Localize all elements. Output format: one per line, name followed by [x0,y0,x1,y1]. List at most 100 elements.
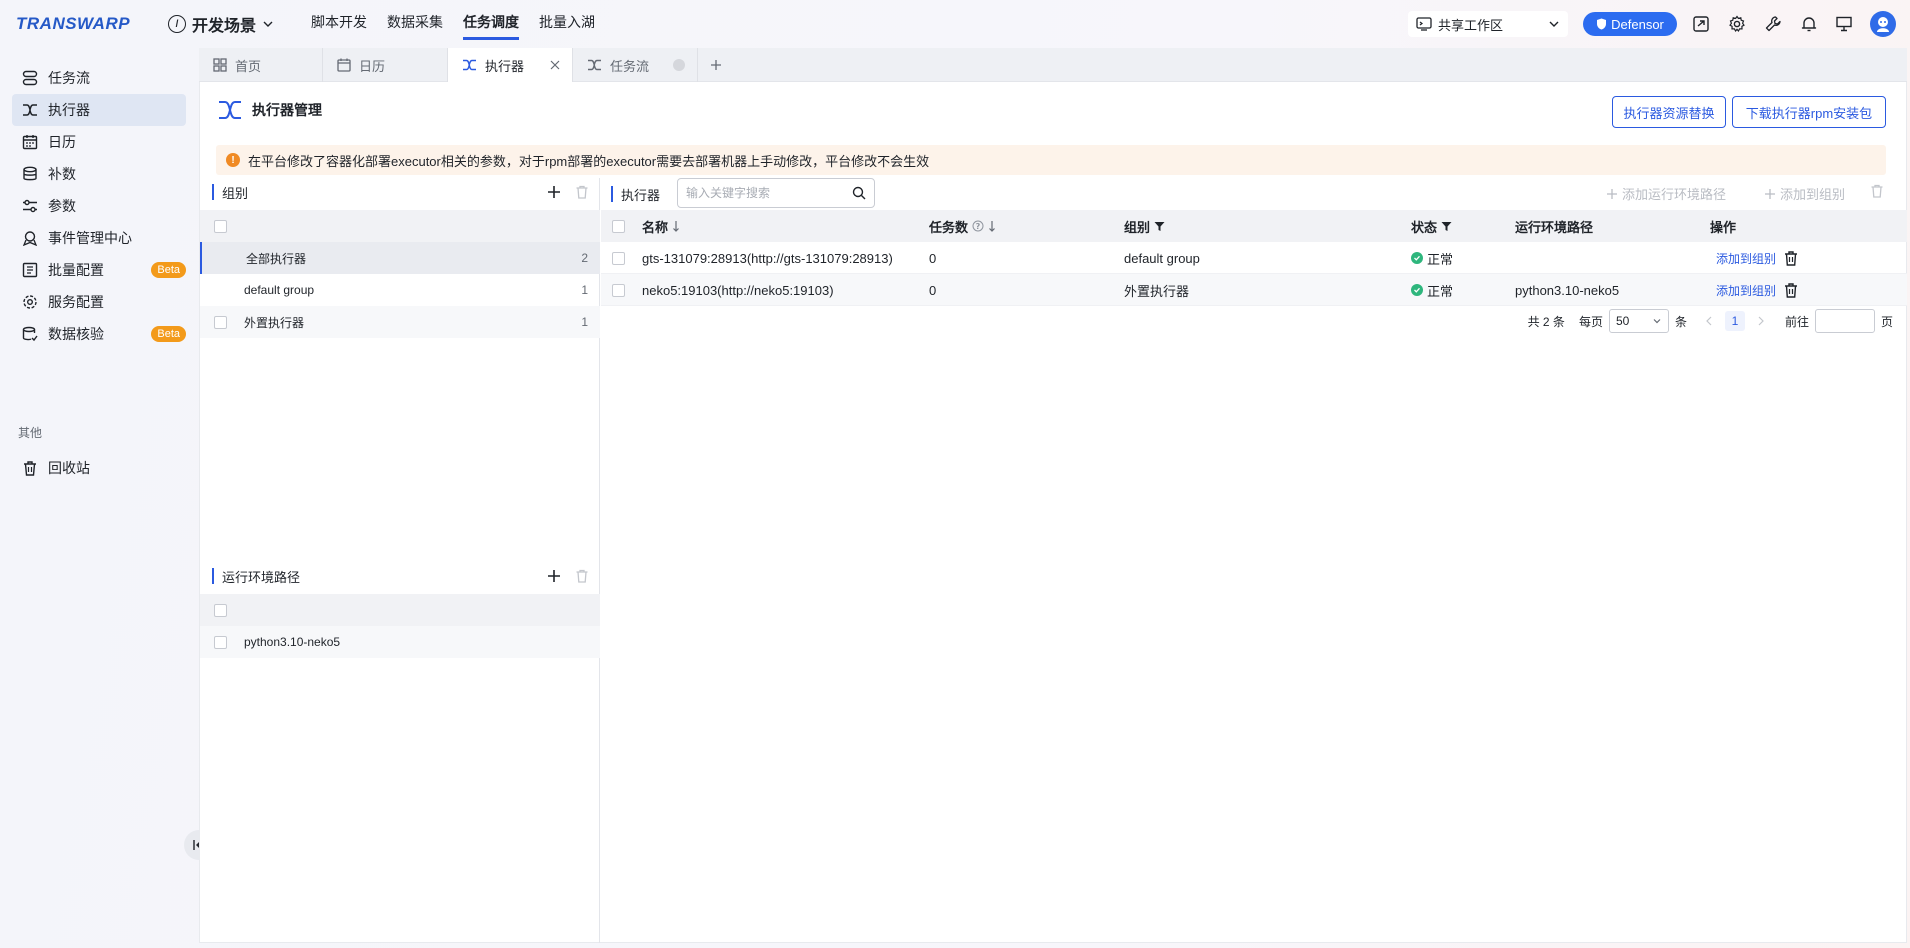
sidebar-item-label: 参数 [48,198,76,214]
list-item-group[interactable]: 全部执行器 2 [200,242,600,274]
add-envpath-to-executor-button[interactable]: 添加运行环境路径 [1606,184,1726,203]
page-header: 执行器管理 [218,98,322,122]
select-all-checkbox[interactable] [214,603,227,617]
select-all-checkbox[interactable] [214,219,227,233]
add-to-group-link[interactable]: 添加到组别 [1716,250,1776,267]
delete-group-button[interactable] [572,182,592,202]
status-badge: 正常 [1411,242,1453,274]
workspace-select[interactable]: 共享工作区 [1408,11,1568,37]
defensor-button[interactable]: Defensor [1583,12,1677,36]
main-panel: 执行器管理 执行器资源替换 下载执行器rpm安装包 ! 在平台修改了容器化部署e… [199,82,1907,943]
sidebar-item-batch-config[interactable]: 批量配置 Beta [12,254,186,286]
list-item-envpath[interactable]: python3.10-neko5 [200,626,600,658]
presentation-icon[interactable] [1833,13,1855,35]
group-cell: default group [1124,250,1200,266]
col-name[interactable]: 名称 [642,210,680,242]
trash-icon[interactable] [1784,282,1798,298]
tab-home[interactable]: 首页 [199,48,323,82]
add-to-group-link[interactable]: 添加到组别 [1716,282,1776,299]
nav-task-scheduling[interactable]: 任务调度 [463,0,519,40]
sidebar-item-params[interactable]: 参数 [12,190,186,222]
sidebar-item-event-center[interactable]: 事件管理中心 [12,222,186,254]
logo[interactable]: TRANSWARP [16,14,130,34]
table-row[interactable]: gts-131079:28913(http://gts-131079:28913… [601,242,1907,274]
check-circle-icon [1411,252,1423,264]
left-pane: 组别 全部执行器 2 default group 1 外置执行器 1 运行环境路… [200,178,600,943]
close-icon[interactable] [550,60,560,70]
avatar[interactable] [1870,11,1896,37]
group-name: 全部执行器 [246,251,307,266]
trash-icon[interactable] [1784,250,1798,266]
chevron-down-icon [263,21,273,27]
unsaved-dot-icon [673,59,685,71]
nav-script-dev[interactable]: 脚本开发 [311,0,367,48]
list-item-group[interactable]: 外置执行器 1 [200,306,600,338]
add-to-group-button[interactable]: 添加到组别 [1764,184,1845,203]
sidebar-item-workflow[interactable]: 任务流 [12,62,186,94]
select-all-checkbox[interactable] [612,220,625,233]
sidebar-item-recycle-bin[interactable]: 回收站 [12,452,186,484]
trash-icon [24,461,36,476]
gear-icon [23,295,37,309]
tab-label: 执行器 [485,58,525,74]
delete-executor-button[interactable] [1870,184,1884,198]
filter-icon[interactable] [1154,221,1165,232]
calendar-icon [337,58,351,72]
prev-page-button[interactable] [1699,311,1719,331]
group-name: default group [244,283,315,297]
list-item-group[interactable]: default group 1 [200,274,600,306]
sidebar-item-executor[interactable]: 执行器 [12,94,186,126]
page-size-select[interactable]: 50 [1608,309,1669,333]
replace-resource-button[interactable]: 执行器资源替换 [1612,96,1726,128]
event-icon [22,231,38,246]
table-row[interactable]: neko5:19103(http://neko5:19103) 0 外置执行器 … [601,274,1907,306]
send-icon[interactable] [1690,13,1712,35]
next-page-button[interactable] [1751,311,1771,331]
search-icon[interactable] [852,186,866,200]
gear-icon[interactable] [1726,13,1748,35]
col-tasks[interactable]: 任务数 ? [929,210,996,242]
row-checkbox[interactable] [214,635,227,649]
beta-badge: Beta [151,262,186,278]
help-icon: ? [972,220,984,232]
envpath-name: python3.10-neko5 [244,635,341,649]
top-nav: 脚本开发 数据采集 任务调度 批量入湖 [311,0,595,48]
download-rpm-button[interactable]: 下载执行器rpm安装包 [1732,96,1886,128]
sidebar-item-service-config[interactable]: 服务配置 [12,286,186,318]
tab-label: 首页 [235,58,262,74]
tab-workflow[interactable]: 任务流 [573,48,698,82]
goto-page-input[interactable] [1814,309,1875,333]
col-ops: 操作 [1710,219,1737,235]
filter-icon[interactable] [1441,221,1452,232]
scene-selector[interactable]: / 开发场景 [168,12,274,36]
nav-batch-ingest[interactable]: 批量入湖 [539,0,595,48]
add-tab-button[interactable] [698,48,738,82]
tab-calendar[interactable]: 日历 [323,48,448,82]
sidebar-item-backfill[interactable]: 补数 [12,158,186,190]
wrench-icon[interactable] [1762,13,1784,35]
page-number[interactable]: 1 [1724,311,1745,331]
sliders-icon [23,199,37,213]
tab-executor[interactable]: 执行器 [448,48,573,82]
delete-envpath-button[interactable] [572,566,592,586]
row-checkbox[interactable] [214,315,227,329]
search-input[interactable] [686,186,852,200]
bell-icon[interactable] [1798,13,1820,35]
sidebar-item-data-check[interactable]: 数据核验 Beta [12,318,186,350]
col-group[interactable]: 组别 [1124,210,1165,242]
per-page-unit: 条 [1674,314,1687,329]
sidebar-item-label: 补数 [48,166,76,182]
tab-bar: 首页 日历 执行器 任务流 [199,48,1907,82]
row-checkbox[interactable] [612,284,625,297]
sidebar-item-calendar[interactable]: 日历 [12,126,186,158]
executor-icon [463,59,476,71]
page-title: 执行器管理 [252,102,322,118]
nav-data-collection[interactable]: 数据采集 [387,0,443,48]
row-checkbox[interactable] [612,252,625,265]
chevron-right-icon [1758,316,1764,326]
executors-title: 执行器 [621,187,661,203]
add-group-button[interactable] [544,182,564,202]
check-circle-icon [1411,284,1423,296]
col-status[interactable]: 状态 [1411,210,1452,242]
add-envpath-button[interactable] [544,566,564,586]
